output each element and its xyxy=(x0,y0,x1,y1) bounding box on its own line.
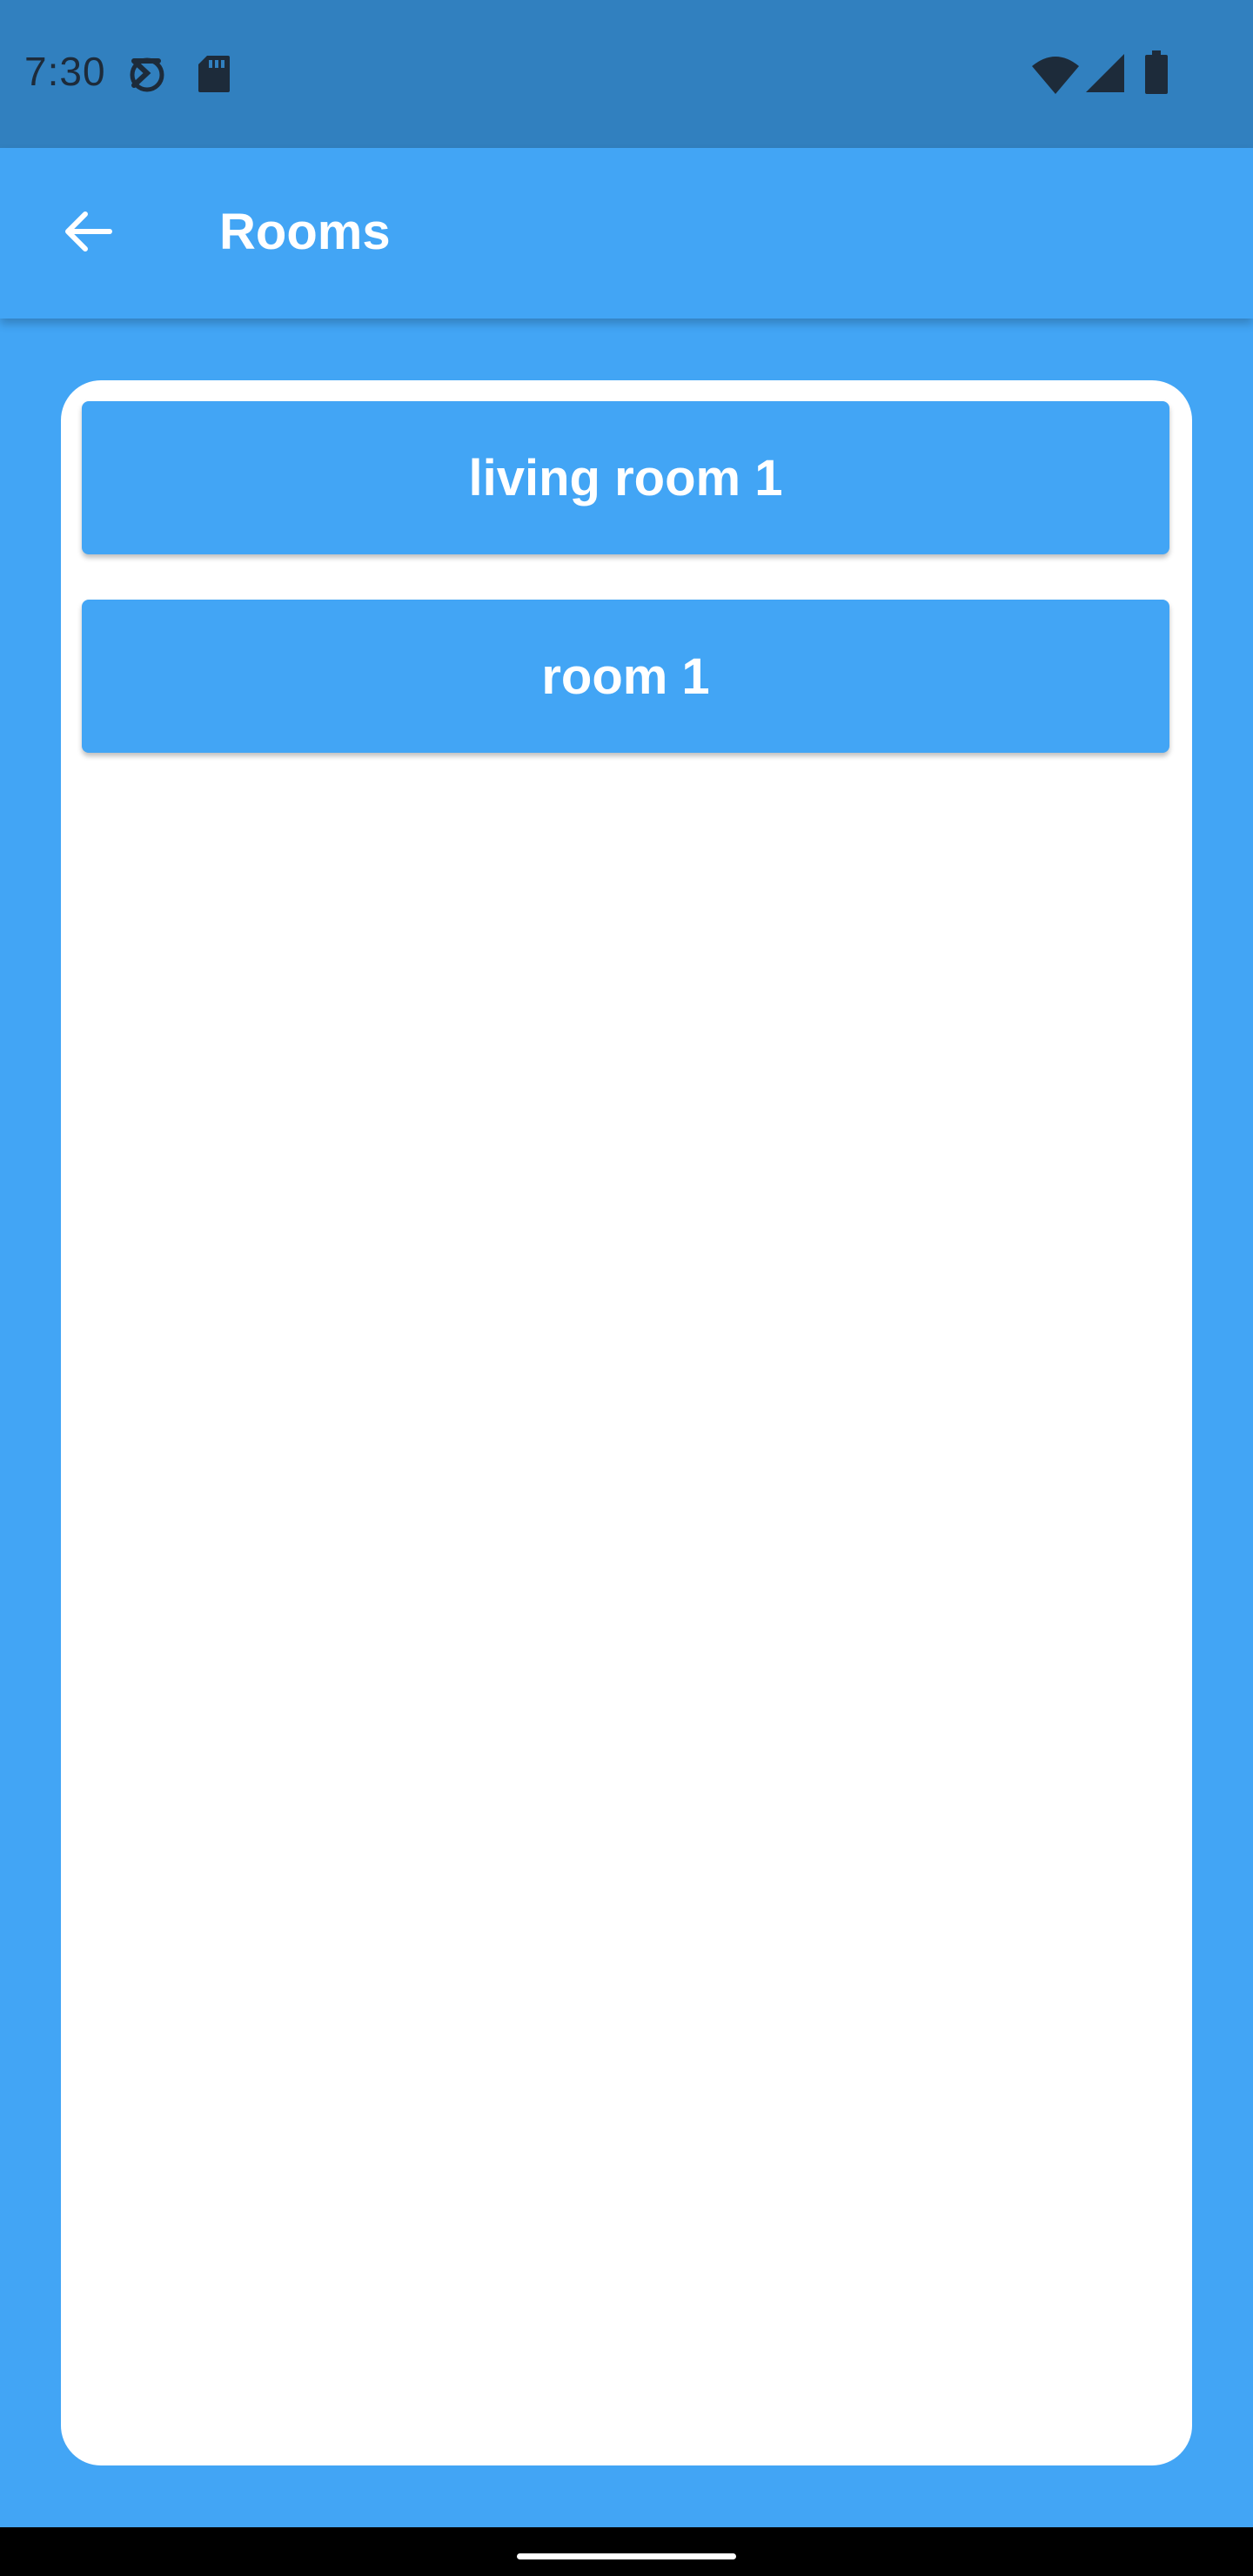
back-button[interactable] xyxy=(44,190,131,277)
cell-signal-icon xyxy=(1086,54,1124,97)
home-gesture-handle[interactable] xyxy=(517,2553,736,2559)
battery-icon xyxy=(1145,50,1168,98)
app-bar: Rooms xyxy=(0,148,1253,319)
arrow-back-icon xyxy=(59,204,115,264)
room-button-living-room-1[interactable]: living room 1 xyxy=(82,401,1169,554)
rooms-screen: 7:30 Rooms living room 1 room 1 xyxy=(0,0,1253,2576)
status-bar: 7:30 xyxy=(0,0,1253,148)
wifi-icon xyxy=(1032,56,1079,98)
system-nav-bar xyxy=(0,2527,1253,2576)
data-saver-icon xyxy=(129,54,165,100)
room-button-label: living room 1 xyxy=(468,449,783,506)
sd-card-icon xyxy=(197,54,231,98)
rooms-list-card: living room 1 room 1 xyxy=(61,380,1192,2465)
room-button-label: room 1 xyxy=(541,647,710,705)
status-time: 7:30 xyxy=(24,49,106,94)
room-button-room-1[interactable]: room 1 xyxy=(82,600,1169,753)
page-title: Rooms xyxy=(219,204,391,260)
